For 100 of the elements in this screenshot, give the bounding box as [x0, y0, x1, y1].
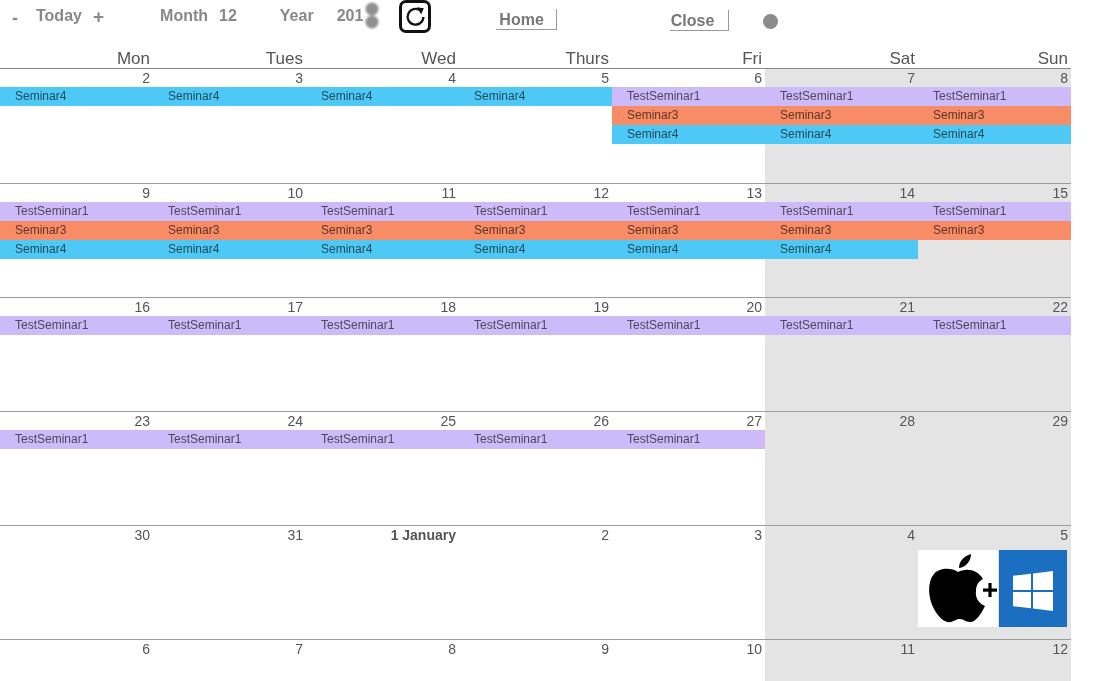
- month-label: Month: [160, 7, 209, 25]
- next-button[interactable]: +: [92, 8, 105, 26]
- year-label: Year: [279, 7, 314, 25]
- event-bar[interactable]: TestSeminar1: [612, 430, 765, 449]
- date-label: 4: [907, 526, 916, 544]
- previous-button[interactable]: -: [12, 9, 18, 27]
- event-bar[interactable]: Seminar3: [612, 106, 765, 125]
- weekday-header: Sat: [889, 49, 916, 68]
- date-label: 20: [746, 298, 763, 316]
- date-label: 5: [1060, 526, 1069, 544]
- date-label: 23: [134, 412, 151, 430]
- close-button[interactable]: Close: [669, 10, 730, 31]
- date-label: 12: [593, 184, 610, 202]
- event-bar[interactable]: TestSeminar1: [153, 430, 306, 449]
- dot-icon: [763, 14, 779, 29]
- date-label: 9: [142, 184, 151, 202]
- event-bar[interactable]: Seminar4: [153, 87, 306, 106]
- event-bar[interactable]: TestSeminar1: [459, 202, 612, 221]
- event-bar[interactable]: Seminar3: [0, 221, 153, 240]
- event-bar[interactable]: Seminar3: [612, 221, 765, 240]
- event-bar[interactable]: TestSeminar1: [612, 202, 765, 221]
- event-bar[interactable]: Seminar3: [306, 221, 459, 240]
- month-value: 12: [219, 7, 237, 25]
- event-bar[interactable]: TestSeminar1: [612, 87, 765, 106]
- event-bar[interactable]: Seminar4: [306, 87, 459, 106]
- event-bar[interactable]: TestSeminar1: [459, 430, 612, 449]
- date-label: 7: [295, 640, 304, 658]
- event-bar[interactable]: Seminar3: [918, 221, 1071, 240]
- date-label: 3: [754, 526, 763, 544]
- event-bar[interactable]: Seminar4: [612, 240, 765, 259]
- date-label: 25: [440, 412, 457, 430]
- date-label: 1 January: [390, 526, 457, 544]
- date-label: 8: [1060, 69, 1069, 87]
- date-label: 30: [134, 526, 151, 544]
- refresh-button[interactable]: [399, 0, 432, 33]
- event-bar[interactable]: TestSeminar1: [918, 316, 1071, 335]
- event-bar[interactable]: Seminar3: [459, 221, 612, 240]
- weekday-header: Sun: [1037, 49, 1069, 68]
- date-label: 16: [134, 298, 151, 316]
- date-label: 2: [142, 69, 151, 87]
- apple-icon: [918, 550, 998, 627]
- date-label: 2: [601, 526, 610, 544]
- date-label: 3: [295, 69, 304, 87]
- date-label: 19: [593, 298, 610, 316]
- event-bar[interactable]: TestSeminar1: [0, 202, 153, 221]
- event-bar[interactable]: Seminar4: [459, 240, 612, 259]
- date-label: 18: [440, 298, 457, 316]
- event-bar[interactable]: Seminar4: [0, 240, 153, 259]
- refresh-icon: [404, 6, 426, 27]
- event-bar[interactable]: TestSeminar1: [918, 87, 1071, 106]
- event-bar[interactable]: Seminar3: [765, 106, 918, 125]
- event-bar[interactable]: TestSeminar1: [459, 316, 612, 335]
- event-bar[interactable]: Seminar4: [0, 87, 153, 106]
- date-label: 11: [441, 184, 457, 202]
- event-bar[interactable]: Seminar4: [306, 240, 459, 259]
- date-label: 26: [593, 412, 610, 430]
- event-bar[interactable]: Seminar3: [153, 221, 306, 240]
- event-bar[interactable]: TestSeminar1: [153, 202, 306, 221]
- weekday-header: Thurs: [565, 49, 610, 68]
- weekday-header: Fri: [742, 49, 763, 68]
- date-label: 31: [287, 526, 304, 544]
- event-bar[interactable]: Seminar4: [153, 240, 306, 259]
- date-label: 27: [746, 412, 763, 430]
- date-label: 15: [1052, 184, 1069, 202]
- date-label: 21: [899, 298, 916, 316]
- event-bar[interactable]: TestSeminar1: [765, 87, 918, 106]
- event-bar[interactable]: Seminar3: [765, 221, 918, 240]
- event-bar[interactable]: TestSeminar1: [765, 202, 918, 221]
- date-label: 7: [907, 69, 916, 87]
- date-label: 14: [899, 184, 916, 202]
- date-label: 11: [900, 640, 916, 658]
- event-bar[interactable]: TestSeminar1: [306, 316, 459, 335]
- event-bar[interactable]: Seminar4: [765, 240, 918, 259]
- today-button[interactable]: Today: [36, 7, 82, 25]
- event-bar[interactable]: TestSeminar1: [612, 316, 765, 335]
- event-bar[interactable]: Seminar4: [918, 125, 1071, 144]
- date-label: 10: [746, 640, 763, 658]
- event-bar[interactable]: TestSeminar1: [765, 316, 918, 335]
- window-icon: [999, 550, 1067, 627]
- year-value: 201: [336, 7, 364, 25]
- home-button[interactable]: Home: [496, 9, 557, 30]
- date-label: 10: [287, 184, 304, 202]
- event-bar[interactable]: Seminar4: [459, 87, 612, 106]
- date-label: 4: [448, 69, 457, 87]
- event-bar[interactable]: Seminar4: [765, 125, 918, 144]
- event-bar[interactable]: Seminar4: [612, 125, 765, 144]
- date-label: 6: [754, 69, 763, 87]
- date-label: 9: [601, 640, 610, 658]
- weekday-header: Tues: [265, 49, 304, 68]
- event-bar[interactable]: TestSeminar1: [0, 316, 153, 335]
- date-label: 17: [287, 298, 304, 316]
- event-bar[interactable]: Seminar3: [918, 106, 1071, 125]
- event-bar[interactable]: TestSeminar1: [306, 430, 459, 449]
- event-bar[interactable]: TestSeminar1: [0, 430, 153, 449]
- event-bar[interactable]: TestSeminar1: [306, 202, 459, 221]
- date-label: 8: [448, 640, 457, 658]
- event-bar[interactable]: TestSeminar1: [153, 316, 306, 335]
- event-bar[interactable]: TestSeminar1: [918, 202, 1071, 221]
- date-label: 24: [287, 412, 304, 430]
- date-label: 13: [746, 184, 763, 202]
